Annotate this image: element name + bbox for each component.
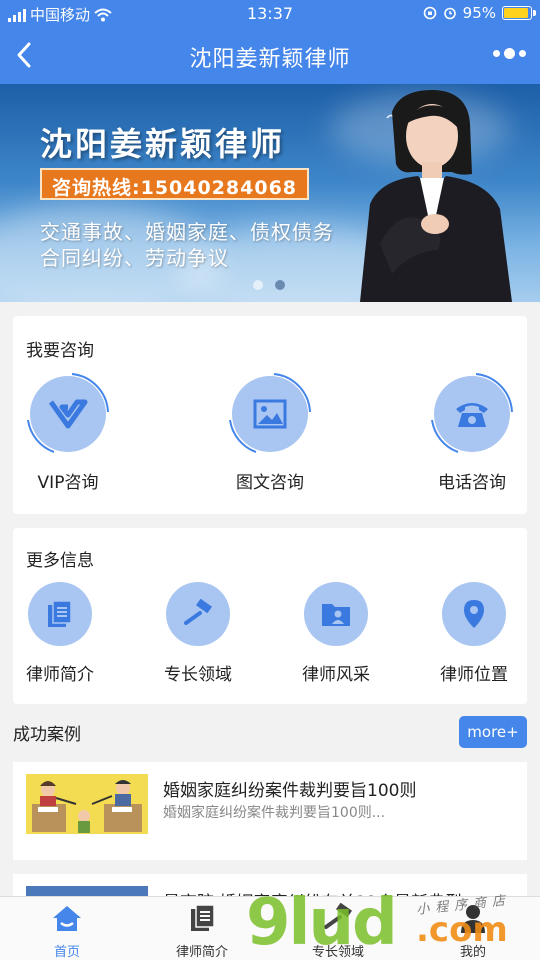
lawyer-intro-button[interactable]: 律师简介 bbox=[26, 582, 94, 685]
phone-consult-button[interactable]: 电话咨询 bbox=[431, 373, 513, 493]
battery-percent: 95% bbox=[462, 4, 496, 22]
location-icon bbox=[442, 582, 506, 646]
banner-carousel[interactable]: 沈阳姜新颖律师 咨询热线:15040284068 交通事故、婚姻家庭、债权债务 … bbox=[0, 84, 540, 302]
status-bar: 中国移动 13:37 95% bbox=[0, 0, 540, 28]
consult-section-title: 我要咨询 bbox=[26, 341, 94, 361]
lawyer-gallery-label: 律师风采 bbox=[302, 665, 370, 685]
tab-lawyer-intro-label: 律师简介 bbox=[175, 945, 228, 960]
nav-bar: 沈阳姜新颖律师 bbox=[0, 28, 540, 84]
more-info-section: 更多信息 律师简介 专长领域 律师风采 律师位置 bbox=[13, 528, 527, 704]
folder-person-icon bbox=[304, 582, 368, 646]
lawyer-gallery-button[interactable]: 律师风采 bbox=[302, 582, 370, 685]
page-title: 沈阳姜新颖律师 bbox=[189, 47, 351, 72]
vip-consult-label: VIP咨询 bbox=[37, 473, 99, 493]
gavel-icon bbox=[166, 582, 230, 646]
user-icon bbox=[456, 901, 490, 935]
tab-home[interactable]: 首页 bbox=[17, 901, 117, 960]
lawyer-location-label: 律师位置 bbox=[440, 665, 508, 685]
case-title: 婚姻家庭纠纷案件裁判要旨100则 bbox=[163, 781, 417, 801]
tab-home-label: 首页 bbox=[53, 945, 80, 960]
consult-section: 我要咨询 VIP咨询 图文咨询 电话咨询 bbox=[13, 316, 527, 514]
tab-bar: 首页 律师简介 专长领域 我的 bbox=[0, 896, 540, 960]
document-icon bbox=[185, 901, 219, 935]
tab-mine-label: 我的 bbox=[459, 945, 486, 960]
carousel-dots[interactable] bbox=[253, 280, 285, 290]
tab-mine[interactable]: 我的 bbox=[423, 901, 523, 960]
tab-lawyer-intro[interactable]: 律师简介 bbox=[152, 901, 252, 960]
image-consult-button[interactable]: 图文咨询 bbox=[229, 373, 311, 493]
case-item[interactable]: 婚姻家庭纠纷案件裁判要旨100则 婚姻家庭纠纷案件裁判要旨100则... bbox=[13, 762, 527, 860]
image-icon bbox=[229, 373, 311, 453]
alarm-icon bbox=[443, 7, 456, 20]
document-icon bbox=[28, 582, 92, 646]
phone-consult-label: 电话咨询 bbox=[438, 473, 506, 493]
more-cases-button[interactable]: more+ bbox=[459, 716, 527, 748]
vip-icon bbox=[27, 373, 109, 453]
gavel-icon bbox=[321, 901, 355, 935]
tab-specialty-label: 专长领域 bbox=[311, 945, 364, 960]
lawyer-intro-label: 律师简介 bbox=[26, 665, 94, 685]
more-info-section-title: 更多信息 bbox=[26, 551, 94, 571]
image-consult-label: 图文咨询 bbox=[236, 473, 304, 493]
banner-services-line2: 合同纠纷、劳动争议 bbox=[40, 246, 229, 270]
specialty-button[interactable]: 专长领域 bbox=[164, 582, 232, 685]
case-thumbnail bbox=[26, 774, 148, 834]
tab-specialty[interactable]: 专长领域 bbox=[288, 901, 388, 960]
specialty-label: 专长领域 bbox=[164, 665, 232, 685]
battery-icon bbox=[502, 6, 536, 20]
cases-section-title: 成功案例 bbox=[13, 725, 81, 745]
banner-title: 沈阳姜新颖律师 bbox=[40, 125, 286, 163]
lawyer-location-button[interactable]: 律师位置 bbox=[440, 582, 508, 685]
lawyer-portrait bbox=[360, 89, 512, 302]
home-icon bbox=[50, 901, 84, 935]
more-menu-icon[interactable] bbox=[493, 48, 526, 59]
status-right: 95% bbox=[423, 4, 536, 22]
phone-icon bbox=[431, 373, 513, 453]
banner-services-line1: 交通事故、婚姻家庭、债权债务 bbox=[40, 220, 334, 244]
orientation-lock-icon bbox=[423, 6, 436, 20]
banner-hotline: 咨询热线:15040284068 bbox=[40, 168, 310, 200]
case-subtitle: 婚姻家庭纠纷案件裁判要旨100则... bbox=[163, 805, 386, 821]
vip-consult-button[interactable]: VIP咨询 bbox=[27, 373, 109, 493]
